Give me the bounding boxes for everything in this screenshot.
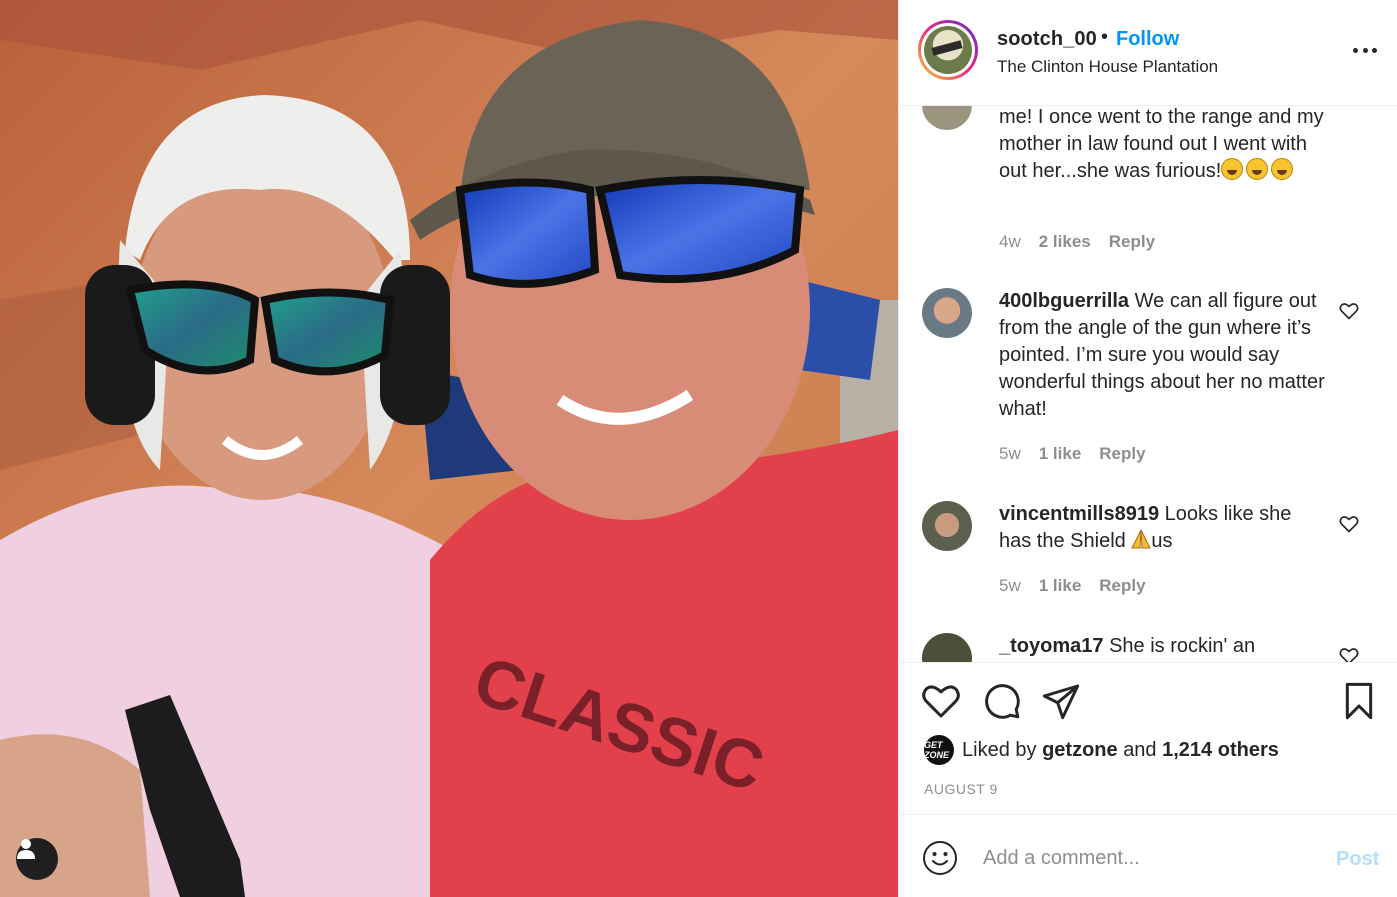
reply-button[interactable]: Reply: [1109, 232, 1155, 252]
liker-avatar[interactable]: GET ZONE: [924, 735, 954, 765]
comment-input[interactable]: [983, 842, 1313, 874]
comment-body: She is rockin' an: [1109, 635, 1256, 657]
comment-meta: 4w 2 likes Reply: [999, 232, 1173, 252]
liker-username[interactable]: getzone: [1042, 739, 1118, 762]
post-comment-button[interactable]: Post: [1336, 848, 1379, 871]
reply-button[interactable]: Reply: [1099, 576, 1145, 596]
emoji-picker-icon[interactable]: [922, 840, 958, 876]
heart-icon[interactable]: [921, 681, 961, 721]
post-photo[interactable]: CLASSIC: [0, 0, 898, 897]
comment-meta: 5w 1 like Reply: [999, 444, 1164, 464]
commenter-avatar[interactable]: [922, 288, 972, 338]
photo-illustration: CLASSIC: [0, 0, 898, 897]
likes-prefix: Liked by: [962, 738, 1037, 761]
tagged-user-button[interactable]: [16, 838, 58, 880]
rofl-emoji-icon: [1221, 158, 1244, 180]
comment-text: 400lbguerrilla We can all figure out fro…: [999, 288, 1329, 423]
post-actions: GET ZONE Liked by getzone and 1,214 othe…: [899, 662, 1397, 814]
comment-time: 4w: [999, 232, 1021, 251]
post-header: sootch_00 • Follow The Clinton House Pla…: [899, 0, 1397, 106]
commenter-avatar[interactable]: [922, 633, 972, 662]
commenter-username[interactable]: vincentmills8919: [999, 503, 1159, 525]
comment-likes[interactable]: 2 likes: [1039, 232, 1091, 252]
commenter-username[interactable]: _toyoma17: [999, 635, 1104, 657]
reply-button[interactable]: Reply: [1099, 444, 1145, 464]
add-comment-bar: Post: [899, 814, 1397, 897]
comment-icon[interactable]: [982, 681, 1022, 721]
comment-text: me! I once went to the range and my moth…: [999, 106, 1329, 185]
user-icon: [17, 839, 35, 859]
comment-meta: 5w 1 like Reply: [999, 576, 1164, 596]
comments-list[interactable]: me! I once went to the range and my moth…: [899, 106, 1397, 662]
header-separator: •: [1101, 26, 1109, 48]
comment-text: _toyoma17 She is rockin' an: [999, 633, 1359, 660]
follow-button[interactable]: Follow: [1116, 28, 1179, 51]
comment-like-heart-icon[interactable]: [1339, 514, 1359, 534]
share-icon[interactable]: [1041, 681, 1081, 721]
praying-hands-icon: [1131, 529, 1152, 549]
rofl-emoji-icon: [1246, 158, 1269, 180]
comment-time: 5w: [999, 444, 1021, 463]
bookmark-icon[interactable]: [1339, 681, 1379, 721]
commenter-avatar[interactable]: [922, 106, 972, 130]
more-options-icon[interactable]: [1353, 38, 1377, 62]
likes-summary: GET ZONE Liked by getzone and 1,214 othe…: [924, 735, 1279, 765]
comment-text: vincentmills8919 Looks like she has the …: [999, 501, 1329, 555]
author-avatar-image: [924, 26, 972, 74]
comment-like-heart-icon[interactable]: [1339, 301, 1359, 321]
likes-others[interactable]: 1,214 others: [1162, 739, 1279, 762]
post-location[interactable]: The Clinton House Plantation: [997, 57, 1218, 77]
commenter-username[interactable]: 400lbguerrilla: [999, 290, 1129, 312]
rofl-emoji-icon: [1271, 158, 1294, 180]
comment-like-heart-icon[interactable]: [1339, 646, 1359, 662]
comment-likes[interactable]: 1 like: [1039, 576, 1082, 596]
author-username[interactable]: sootch_00: [997, 28, 1097, 51]
post-side-panel: sootch_00 • Follow The Clinton House Pla…: [898, 0, 1397, 897]
author-avatar[interactable]: [918, 20, 978, 80]
likes-joiner: and: [1123, 738, 1157, 761]
commenter-avatar[interactable]: [922, 501, 972, 551]
post-date[interactable]: AUGUST 9: [924, 781, 998, 797]
comment-likes[interactable]: 1 like: [1039, 444, 1082, 464]
comment-time: 5w: [999, 576, 1021, 595]
comment-body-tail: us: [1151, 530, 1173, 552]
